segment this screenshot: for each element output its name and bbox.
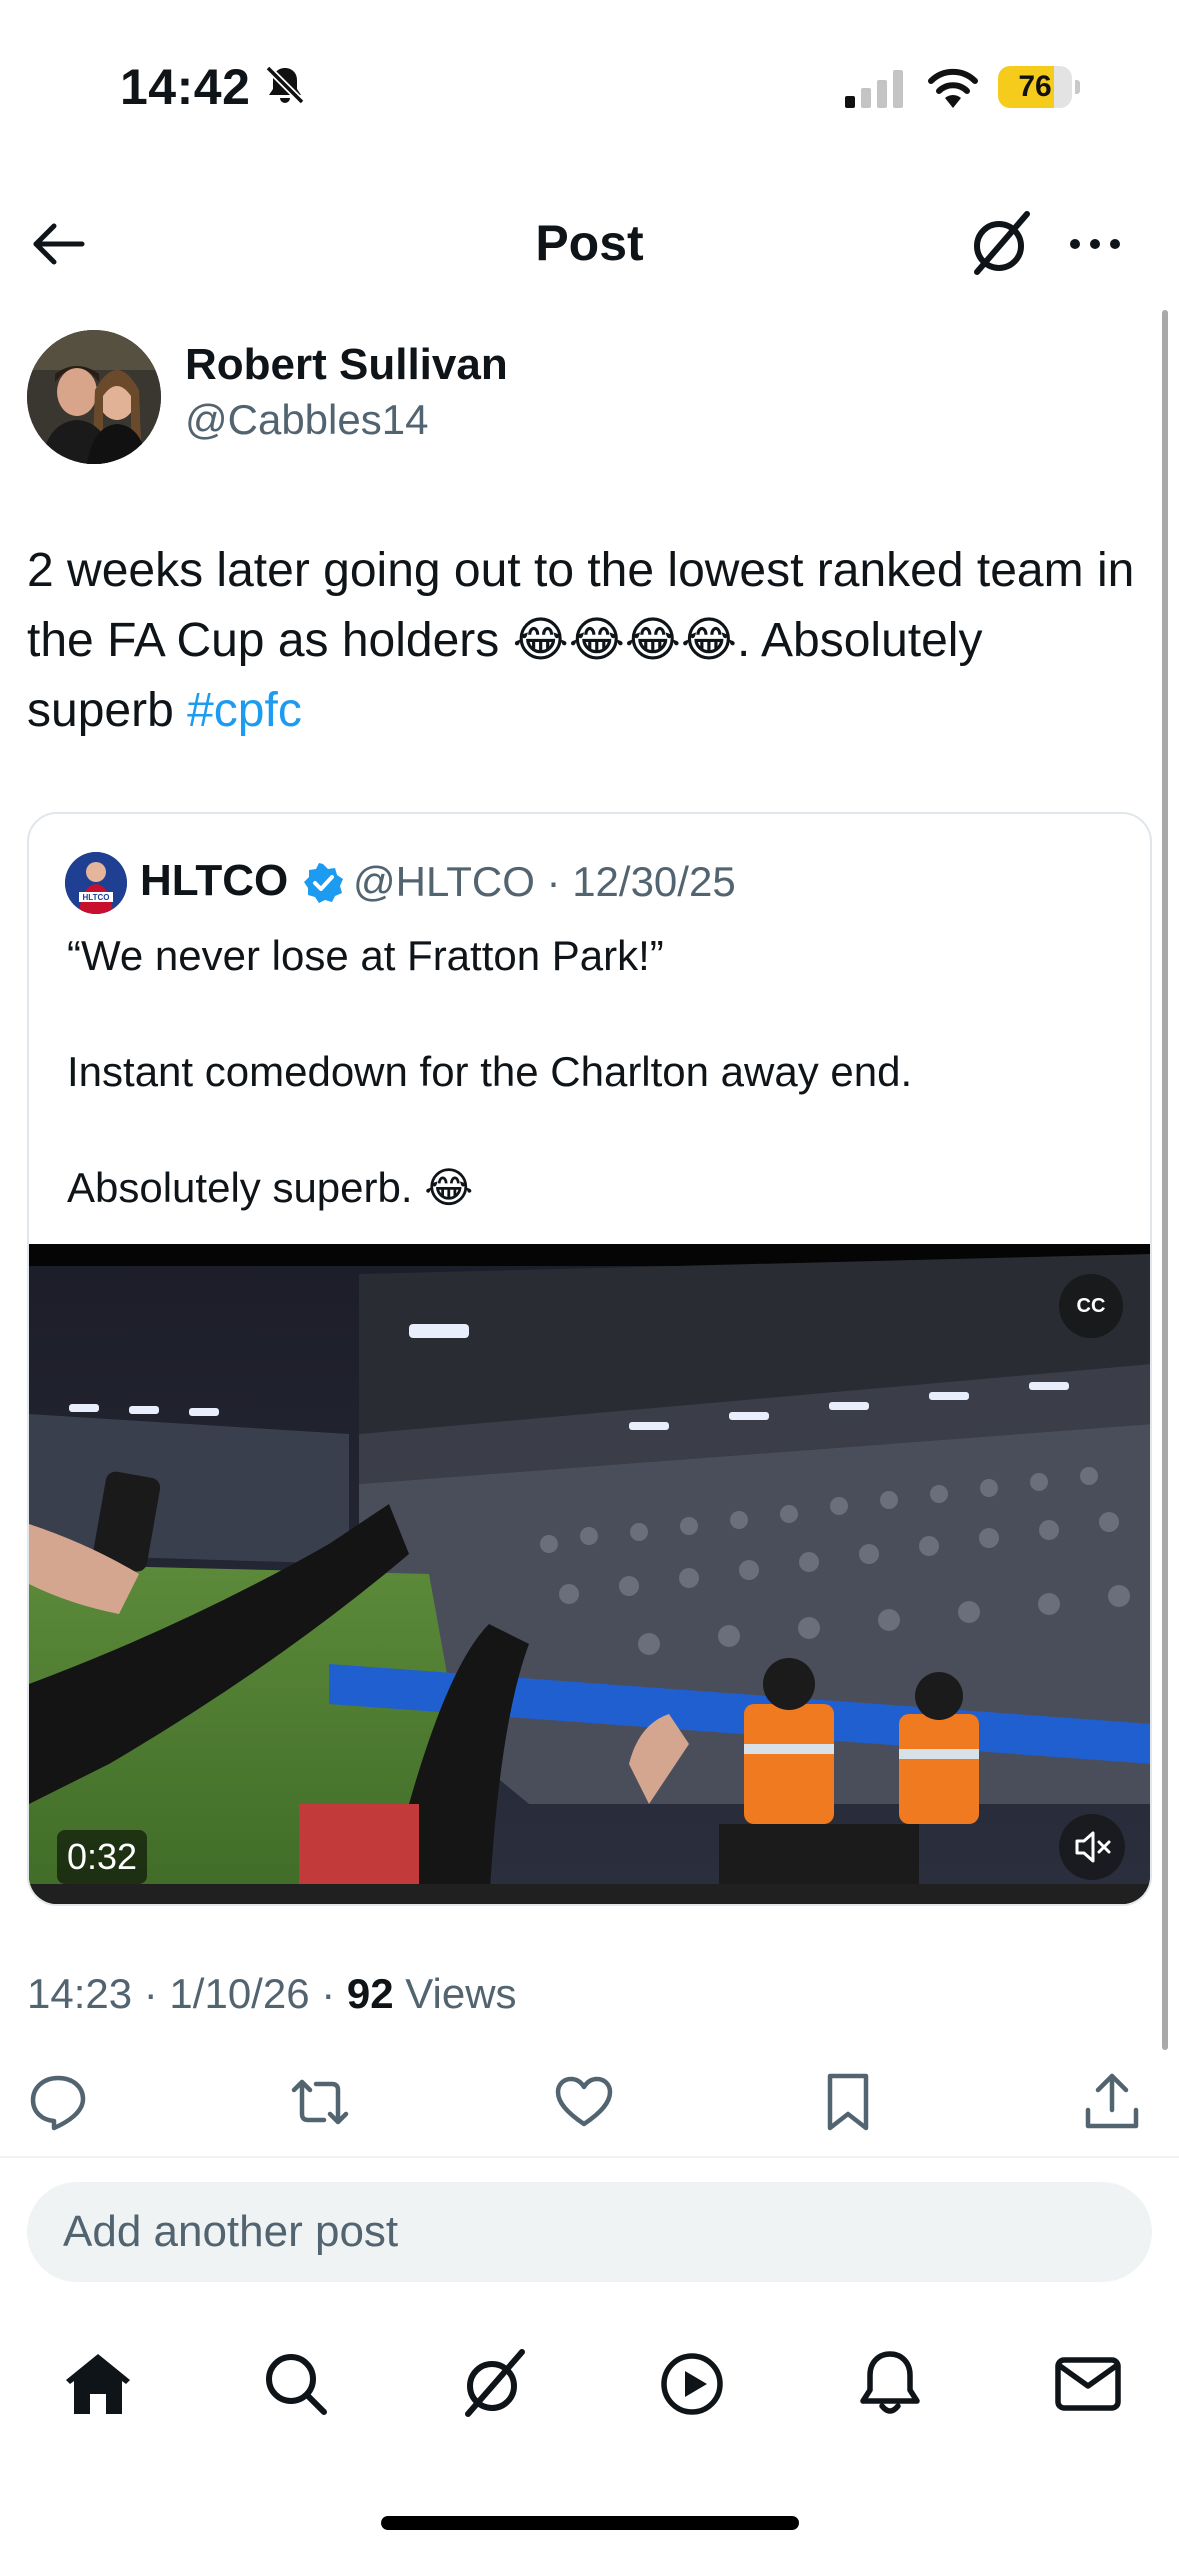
author-name[interactable]: Robert Sullivan bbox=[185, 340, 508, 390]
hashtag-link[interactable]: #cpfc bbox=[187, 684, 302, 737]
post-timestamp: 14:23 · 1/10/26 · 92 Views bbox=[27, 1970, 517, 2018]
more-options-button[interactable] bbox=[1063, 214, 1127, 274]
tab-notifications[interactable] bbox=[852, 2346, 928, 2422]
repost-button[interactable] bbox=[288, 2070, 352, 2134]
messages-icon bbox=[1055, 2357, 1121, 2411]
cellular-signal-icon bbox=[845, 70, 905, 108]
post-header: Post bbox=[0, 190, 1179, 300]
status-bar: 14:42 76 bbox=[0, 0, 1179, 170]
post-text: 2 weeks later going out to the lowest ra… bbox=[27, 536, 1137, 746]
repost-icon bbox=[291, 2079, 349, 2125]
tab-home[interactable] bbox=[60, 2346, 136, 2422]
quote-line-3: Absolutely superb. 😂 bbox=[67, 1164, 474, 1211]
quote-author-name: HLTCO bbox=[140, 856, 289, 905]
bookmark-button[interactable] bbox=[816, 2070, 880, 2134]
search-icon bbox=[266, 2354, 327, 2415]
views-count: 92 bbox=[346, 1970, 394, 2017]
grok-icon bbox=[465, 2349, 525, 2417]
tab-messages[interactable] bbox=[1050, 2346, 1126, 2422]
home-icon bbox=[66, 2354, 130, 2414]
bookmark-icon bbox=[827, 2073, 869, 2131]
battery-percent: 76 bbox=[1018, 70, 1052, 103]
author-avatar[interactable] bbox=[27, 330, 161, 464]
notifications-icon bbox=[860, 2351, 920, 2414]
battery-indicator: 76 bbox=[998, 66, 1080, 108]
bottom-tab-bar bbox=[0, 2340, 1179, 2440]
quoted-post[interactable]: HLTCO HLTCO @HLTCO · 12/30/25 “We never … bbox=[27, 812, 1152, 1906]
speaker-muted-icon bbox=[1075, 1831, 1111, 1863]
quote-meta: @HLTCO · 12/30/25 bbox=[353, 858, 736, 905]
share-button[interactable] bbox=[1080, 2070, 1144, 2134]
like-button[interactable] bbox=[552, 2070, 616, 2134]
wifi-icon bbox=[925, 64, 981, 108]
mute-button[interactable] bbox=[1059, 1814, 1125, 1880]
video-player[interactable]: CC 0:32 bbox=[29, 1244, 1150, 1904]
verified-badge-icon bbox=[302, 862, 344, 904]
bell-off-icon bbox=[262, 62, 308, 108]
svg-text:HLTCO: HLTCO bbox=[83, 893, 110, 902]
scroll-indicator bbox=[1162, 310, 1168, 2050]
tab-search[interactable] bbox=[258, 2346, 334, 2422]
share-icon bbox=[1085, 2073, 1139, 2129]
reply-icon bbox=[30, 2075, 86, 2131]
captions-button[interactable]: CC bbox=[1059, 1274, 1123, 1338]
quote-line-1: “We never lose at Fratton Park!” bbox=[67, 932, 664, 979]
home-indicator bbox=[381, 2516, 799, 2530]
grok-icon bbox=[974, 211, 1030, 275]
timestamp-text: 14:23 · 1/10/26 · bbox=[27, 1970, 347, 2017]
reply-button[interactable] bbox=[26, 2070, 90, 2134]
like-icon bbox=[555, 2076, 613, 2127]
tab-video[interactable] bbox=[654, 2346, 730, 2422]
video-duration: 0:32 bbox=[57, 1830, 148, 1884]
quote-avatar: HLTCO bbox=[65, 852, 127, 914]
reply-input[interactable]: Add another post bbox=[27, 2182, 1152, 2282]
author-handle[interactable]: @Cabbles14 bbox=[185, 396, 428, 444]
grok-button[interactable] bbox=[963, 206, 1039, 282]
divider bbox=[0, 2156, 1179, 2158]
video-icon bbox=[661, 2353, 723, 2415]
quote-line-2: Instant comedown for the Charlton away e… bbox=[67, 1048, 913, 1095]
video-frame bbox=[29, 1244, 1150, 1904]
status-time: 14:42 bbox=[120, 59, 251, 115]
captions-label: CC bbox=[1076, 1295, 1106, 1317]
more-dots-icon bbox=[1070, 239, 1120, 249]
views-label: Views bbox=[393, 1970, 517, 2017]
post-actions bbox=[0, 2070, 1179, 2140]
tab-grok[interactable] bbox=[456, 2346, 532, 2422]
